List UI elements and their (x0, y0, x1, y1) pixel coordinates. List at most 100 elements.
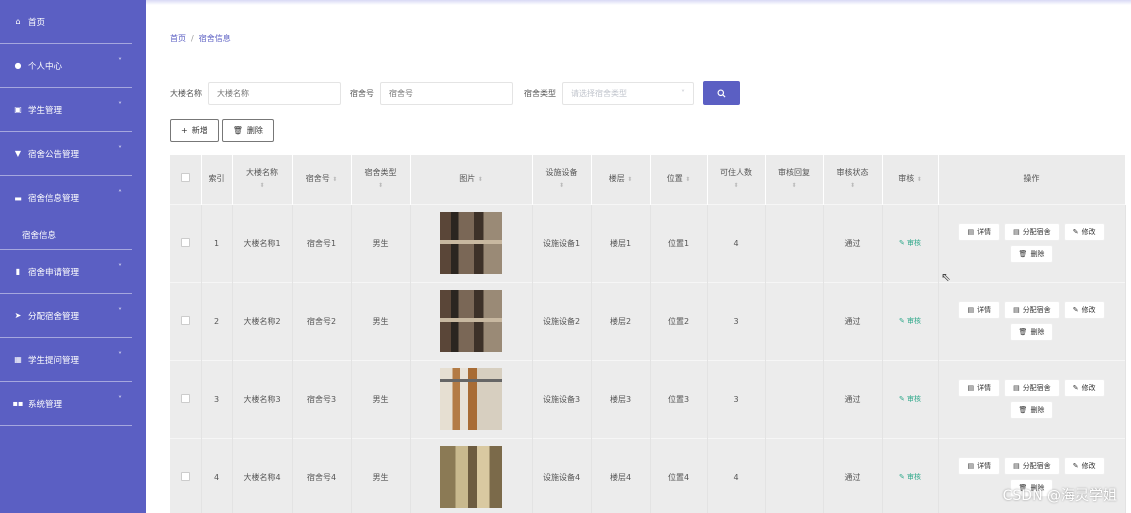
sidebar-item-label: 分配宿舍管理 (28, 311, 80, 322)
row-delete-button[interactable]: 🗑 删除 (1009, 401, 1054, 419)
mouse-cursor-icon: ⇖ (941, 270, 952, 284)
sidebar-item-assign[interactable]: ➤ 分配宿舍管理 ˅ (0, 294, 132, 338)
dorm-photo[interactable] (440, 446, 502, 509)
assign-dorm-button-label: 分配宿舍 (1022, 306, 1051, 314)
header-label: 位置 (666, 173, 683, 183)
grid-icon: ▪▪ (12, 399, 24, 408)
audit-link[interactable]: ✎ 审核 (899, 473, 921, 481)
sidebar-item-notices[interactable]: ▼ 宿舍公告管理 ˅ (0, 132, 132, 176)
detail-button[interactable]: ▤ 详情 (958, 223, 1001, 241)
sidebar-item-profile[interactable]: ● 个人中心 ˅ (0, 44, 132, 88)
add-button[interactable]: + 新增 (170, 119, 219, 142)
sort-icon[interactable]: ⬍ (850, 182, 855, 189)
sort-icon[interactable]: ⬍ (627, 176, 632, 183)
sort-icon[interactable]: ⬍ (259, 182, 264, 189)
document-icon: ▤ (967, 306, 975, 314)
sidebar-subitem-dorm-info[interactable]: 宿舍信息 (0, 220, 132, 250)
audit-link[interactable]: ✎ 审核 (899, 395, 921, 403)
breadcrumb-separator: / (191, 34, 194, 43)
header-image[interactable]: 图片 ⬍ (410, 155, 533, 204)
detail-button[interactable]: ▤ 详情 (958, 379, 1001, 397)
row-delete-button[interactable]: 🗑 删除 (1009, 245, 1054, 263)
sidebar-item-applications[interactable]: ▮ 宿舍申请管理 ˅ (0, 250, 132, 294)
header-facility[interactable]: 设施设备 ⬍ (532, 155, 592, 204)
audit-link[interactable]: ✎ 审核 (899, 239, 921, 247)
sidebar-item-home[interactable]: ⌂ 首页 (0, 0, 132, 44)
search-button[interactable] (703, 81, 740, 105)
dorm-photo[interactable] (440, 368, 502, 430)
sort-icon[interactable]: ⬍ (559, 182, 564, 189)
assign-dorm-button[interactable]: ▤ 分配宿舍 (1004, 457, 1060, 476)
header-position[interactable]: 位置 ⬍ (650, 155, 708, 204)
type-select[interactable]: 请选择宿舍类型 ˅ (562, 81, 694, 105)
cell-room: 宿舍号4 (292, 437, 352, 513)
header-select-all[interactable] (170, 155, 202, 204)
edit-button-label: 修改 (1081, 462, 1096, 471)
top-bar (146, 0, 1131, 5)
header-building[interactable]: 大楼名称 ⬍ (232, 155, 293, 204)
chevron-down-icon: ˅ (118, 307, 122, 316)
cell-facility: 设施设备3 (532, 359, 592, 438)
sort-icon[interactable]: ⬍ (917, 176, 922, 183)
question-icon: ▦ (14, 355, 22, 364)
table-row: 2 大楼名称2 宿舍号2 男生 设施设备2 楼层2 位置2 3 通过 ✎ 审核 ▤ 详情 ▤ 分配宿舍 ✎ 修… (170, 281, 1126, 360)
breadcrumb-home[interactable]: 首页 (170, 34, 186, 43)
chevron-down-icon: ˅ (118, 351, 122, 360)
sidebar-item-label: 系统管理 (28, 399, 63, 410)
checkbox[interactable] (180, 393, 190, 403)
header-type[interactable]: 宿舍类型 ⬍ (351, 155, 411, 204)
sort-icon[interactable]: ⬍ (791, 182, 796, 189)
sort-icon[interactable]: ⬍ (733, 182, 738, 189)
sort-icon[interactable]: ⬍ (685, 176, 690, 183)
sidebar-item-system[interactable]: ▪▪ 系统管理 ˅ (0, 382, 132, 426)
cell-type: 男生 (351, 281, 411, 360)
table-row: 3 大楼名称3 宿舍号3 男生 设施设备3 楼层3 位置3 3 通过 ✎ 审核 ▤ 详情 ▤ 分配宿舍 ✎ 修… (170, 359, 1126, 438)
cell-building: 大楼名称4 (232, 437, 293, 513)
assign-dorm-button-label: 分配宿舍 (1022, 228, 1051, 236)
building-input[interactable] (208, 81, 341, 105)
assign-dorm-button[interactable]: ▤ 分配宿舍 (1004, 301, 1060, 319)
document-icon: ▤ (1013, 462, 1020, 471)
sort-icon[interactable]: ⬍ (378, 182, 383, 189)
header-audit[interactable]: 审核 ⬍ (882, 155, 939, 204)
sort-icon[interactable]: ⬍ (332, 176, 337, 183)
row-select[interactable] (170, 203, 202, 282)
cell-reply (765, 203, 824, 282)
sidebar-item-dorm-info[interactable]: ▬ 宿舍信息管理 ˄ (0, 176, 132, 220)
header-reply[interactable]: 审核回复 ⬍ (765, 155, 824, 204)
sort-icon[interactable]: ⬍ (478, 176, 483, 183)
audit-link[interactable]: ✎ 审核 (899, 317, 921, 325)
edit-button[interactable]: ✎ 修改 (1063, 457, 1105, 476)
dorm-photo[interactable] (440, 212, 502, 274)
row-delete-button[interactable]: 🗑 删除 (1009, 323, 1054, 341)
edit-button[interactable]: ✎ 修改 (1063, 301, 1105, 319)
chevron-down-icon: ˅ (118, 57, 122, 66)
header-floor[interactable]: 楼层 ⬍ (591, 155, 651, 204)
header-capacity[interactable]: 可住人数 ⬍ (707, 155, 766, 204)
row-select[interactable] (170, 437, 202, 513)
sidebar-item-questions[interactable]: ▦ 学生提问管理 ˅ (0, 338, 132, 382)
detail-button[interactable]: ▤ 详情 (958, 301, 1001, 319)
sidebar-item-students[interactable]: ▣ 学生管理 ˅ (0, 88, 132, 132)
edit-button[interactable]: ✎ 修改 (1063, 223, 1105, 241)
checkbox[interactable] (180, 172, 190, 182)
cell-capacity: 3 (707, 359, 766, 438)
edit-button[interactable]: ✎ 修改 (1063, 379, 1105, 397)
assign-dorm-button[interactable]: ▤ 分配宿舍 (1004, 379, 1060, 397)
checkbox[interactable] (180, 237, 190, 247)
room-input[interactable] (380, 81, 513, 105)
cell-audit: ✎ 审核 (882, 437, 939, 513)
assign-dorm-button[interactable]: ▤ 分配宿舍 (1004, 223, 1060, 241)
header-status[interactable]: 审核状态 ⬍ (823, 155, 883, 204)
delete-button[interactable]: 🗑 删除 (221, 119, 274, 142)
document-icon: ▤ (1013, 228, 1020, 236)
header-room[interactable]: 宿舍号 ⬍ (292, 155, 352, 204)
row-select[interactable] (170, 359, 202, 438)
detail-button[interactable]: ▤ 详情 (958, 457, 1001, 476)
chevron-down-icon: ˅ (118, 145, 122, 154)
dorm-photo[interactable] (440, 290, 502, 352)
checkbox[interactable] (180, 315, 190, 325)
header-label: 审核回复 (778, 167, 810, 177)
checkbox[interactable] (180, 471, 190, 481)
row-select[interactable] (170, 281, 202, 360)
